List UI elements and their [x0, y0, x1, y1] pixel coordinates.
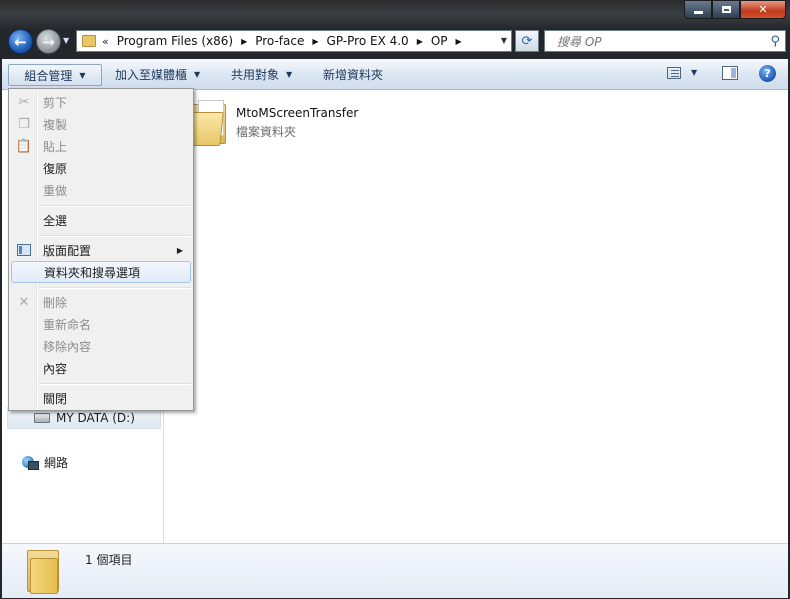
- menu-item-select-all[interactable]: 全選: [11, 209, 191, 231]
- paste-icon: 📋: [15, 138, 33, 154]
- menu-item-label: 關閉: [43, 391, 68, 406]
- breadcrumb-item[interactable]: OP ▶: [431, 34, 462, 48]
- search-icon[interactable]: ⚲: [770, 34, 780, 49]
- maximize-icon: [721, 6, 731, 13]
- menu-item-label: 重新命名: [43, 317, 92, 332]
- menu-item-label: 資料夾和搜尋選項: [44, 265, 141, 280]
- chevron-right-icon[interactable]: ▶: [312, 37, 318, 46]
- submenu-arrow-icon: ▶: [176, 245, 183, 255]
- organize-button[interactable]: 組合管理 ▼: [8, 64, 102, 86]
- menu-item-delete[interactable]: ✕ 刪除: [11, 291, 191, 313]
- file-type: 檔案資料夾: [236, 125, 297, 139]
- menu-item-label: 刪除: [43, 295, 68, 310]
- minimize-button[interactable]: [684, 0, 712, 19]
- forward-button[interactable]: →: [36, 29, 61, 54]
- menu-item-label: 複製: [43, 117, 68, 132]
- maximize-button[interactable]: [712, 0, 740, 19]
- organize-label: 組合管理: [24, 68, 73, 83]
- menu-item-copy[interactable]: ❐ 複製: [11, 113, 191, 135]
- add-to-library-button[interactable]: 加入至媒體櫃 ▼: [115, 64, 200, 84]
- menu-separator: [39, 383, 191, 385]
- view-options-dropdown[interactable]: ▼: [691, 68, 697, 77]
- breadcrumb-item[interactable]: Pro-face ▶: [255, 34, 318, 48]
- minimize-icon: [693, 11, 703, 14]
- chevron-down-icon: ▼: [79, 70, 86, 80]
- menu-item-properties[interactable]: 內容: [11, 357, 191, 379]
- share-with-button[interactable]: 共用對象 ▼: [231, 64, 292, 84]
- menu-item-label: 重做: [43, 183, 68, 198]
- menu-separator: [39, 235, 191, 237]
- refresh-button[interactable]: ⟳: [515, 30, 539, 52]
- breadcrumb-label: OP: [430, 34, 448, 48]
- drive-label: MY DATA (D:): [56, 411, 135, 425]
- navigation-bar: ← → ▼ « Program Files (x86) ▶ Pro-face ▶ G…: [0, 27, 790, 57]
- menu-item-label: 復原: [43, 161, 68, 176]
- breadcrumb-label: GP-Pro EX 4.0: [326, 34, 409, 48]
- menu-item-folder-and-search-options[interactable]: 資料夾和搜尋選項: [11, 261, 191, 283]
- menu-item-label: 全選: [43, 213, 68, 228]
- menu-item-label: 版面配置: [43, 243, 92, 258]
- close-icon: ✕: [758, 3, 768, 16]
- menu-item-redo[interactable]: 重做: [11, 179, 191, 201]
- add-to-library-label: 加入至媒體櫃: [115, 67, 188, 82]
- network-label: 網路: [44, 456, 69, 470]
- menu-item-label: 移除內容: [43, 339, 92, 354]
- cut-icon: ✂: [18, 94, 30, 110]
- folder-icon: [82, 35, 96, 47]
- address-bar[interactable]: « Program Files (x86) ▶ Pro-face ▶ GP-Pro …: [76, 30, 512, 52]
- change-view-icon[interactable]: [667, 67, 681, 79]
- breadcrumb-overflow[interactable]: «: [102, 35, 109, 48]
- menu-item-rename[interactable]: 重新命名: [11, 313, 191, 335]
- address-dropdown-icon[interactable]: ▼: [501, 36, 507, 45]
- folder-icon: [24, 550, 60, 594]
- breadcrumb-item[interactable]: Program Files (x86) ▶: [117, 34, 247, 48]
- search-box[interactable]: ⚲: [544, 30, 786, 52]
- refresh-icon: ⟳: [521, 33, 533, 49]
- layout-icon: [16, 243, 32, 257]
- details-pane: 1 個項目: [2, 543, 788, 598]
- preview-pane-icon[interactable]: [722, 66, 738, 80]
- share-with-label: 共用對象: [231, 67, 280, 82]
- nav-item-network[interactable]: 網路: [22, 454, 68, 471]
- help-icon[interactable]: ?: [759, 65, 776, 82]
- back-button[interactable]: ←: [8, 29, 33, 54]
- menu-item-paste[interactable]: 📋 貼上: [11, 135, 191, 157]
- chevron-right-icon[interactable]: ▶: [456, 37, 462, 46]
- breadcrumb-item[interactable]: GP-Pro EX 4.0 ▶: [327, 34, 423, 48]
- menu-item-undo[interactable]: 復原: [11, 157, 191, 179]
- menu-item-close[interactable]: 關閉: [11, 387, 191, 409]
- menu-item-cut[interactable]: ✂ 剪下: [11, 91, 191, 113]
- chevron-down-icon: ▼: [286, 69, 293, 79]
- command-bar: 組合管理 ▼ 加入至媒體櫃 ▼ 共用對象 ▼ 新增資料夾 ▼ ?: [2, 59, 788, 90]
- menu-separator: [39, 205, 191, 207]
- file-name: MtoMScreenTransfer: [236, 106, 359, 120]
- new-folder-button[interactable]: 新增資料夾: [323, 64, 383, 84]
- search-input[interactable]: [555, 33, 759, 51]
- chevron-right-icon[interactable]: ▶: [417, 37, 423, 46]
- caption-buttons: ✕: [684, 0, 786, 19]
- menu-item-label: 內容: [43, 361, 68, 376]
- menu-item-label: 貼上: [43, 139, 68, 154]
- chevron-right-icon[interactable]: ▶: [241, 37, 247, 46]
- forward-arrow-icon: →: [42, 32, 55, 51]
- new-folder-label: 新增資料夾: [323, 67, 384, 82]
- copy-icon: ❐: [18, 116, 30, 132]
- recent-pages-dropdown[interactable]: ▼: [63, 36, 69, 45]
- explorer-window: ✕ ← → ▼ « Program Files (x86) ▶ Pro-face ▶…: [0, 0, 790, 599]
- menu-item-remove-properties[interactable]: 移除內容: [11, 335, 191, 357]
- network-icon: [22, 455, 39, 470]
- menu-item-layout[interactable]: 版面配置 ▶: [11, 239, 191, 261]
- menu-separator: [39, 287, 191, 289]
- close-button[interactable]: ✕: [740, 0, 786, 19]
- chevron-down-icon: ▼: [194, 69, 201, 79]
- back-arrow-icon: ←: [14, 32, 27, 51]
- organize-menu: ✂ 剪下 ❐ 複製 📋 貼上 復原 重做 全選 版面配置 ▶ 資料夾和搜尋選項: [8, 88, 194, 411]
- breadcrumb-label: Pro-face: [255, 34, 305, 48]
- hard-drive-icon: [34, 413, 50, 423]
- delete-icon: ✕: [18, 294, 30, 310]
- item-count: 1 個項目: [85, 553, 133, 567]
- breadcrumb-label: Program Files (x86): [116, 34, 234, 48]
- menu-item-label: 剪下: [43, 95, 68, 110]
